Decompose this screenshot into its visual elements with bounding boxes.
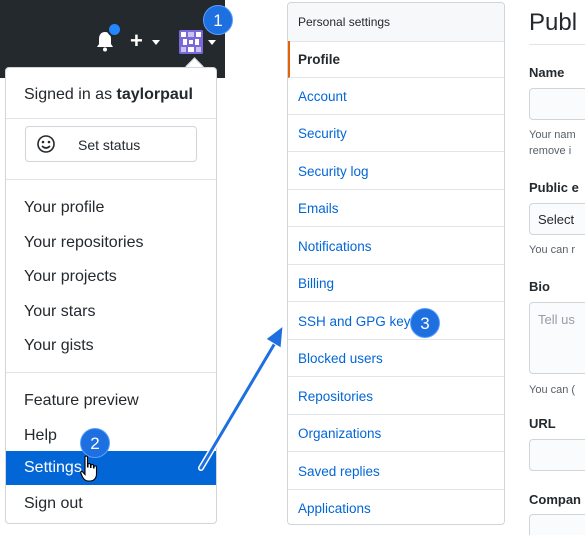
annotation-arrow: [198, 324, 284, 471]
